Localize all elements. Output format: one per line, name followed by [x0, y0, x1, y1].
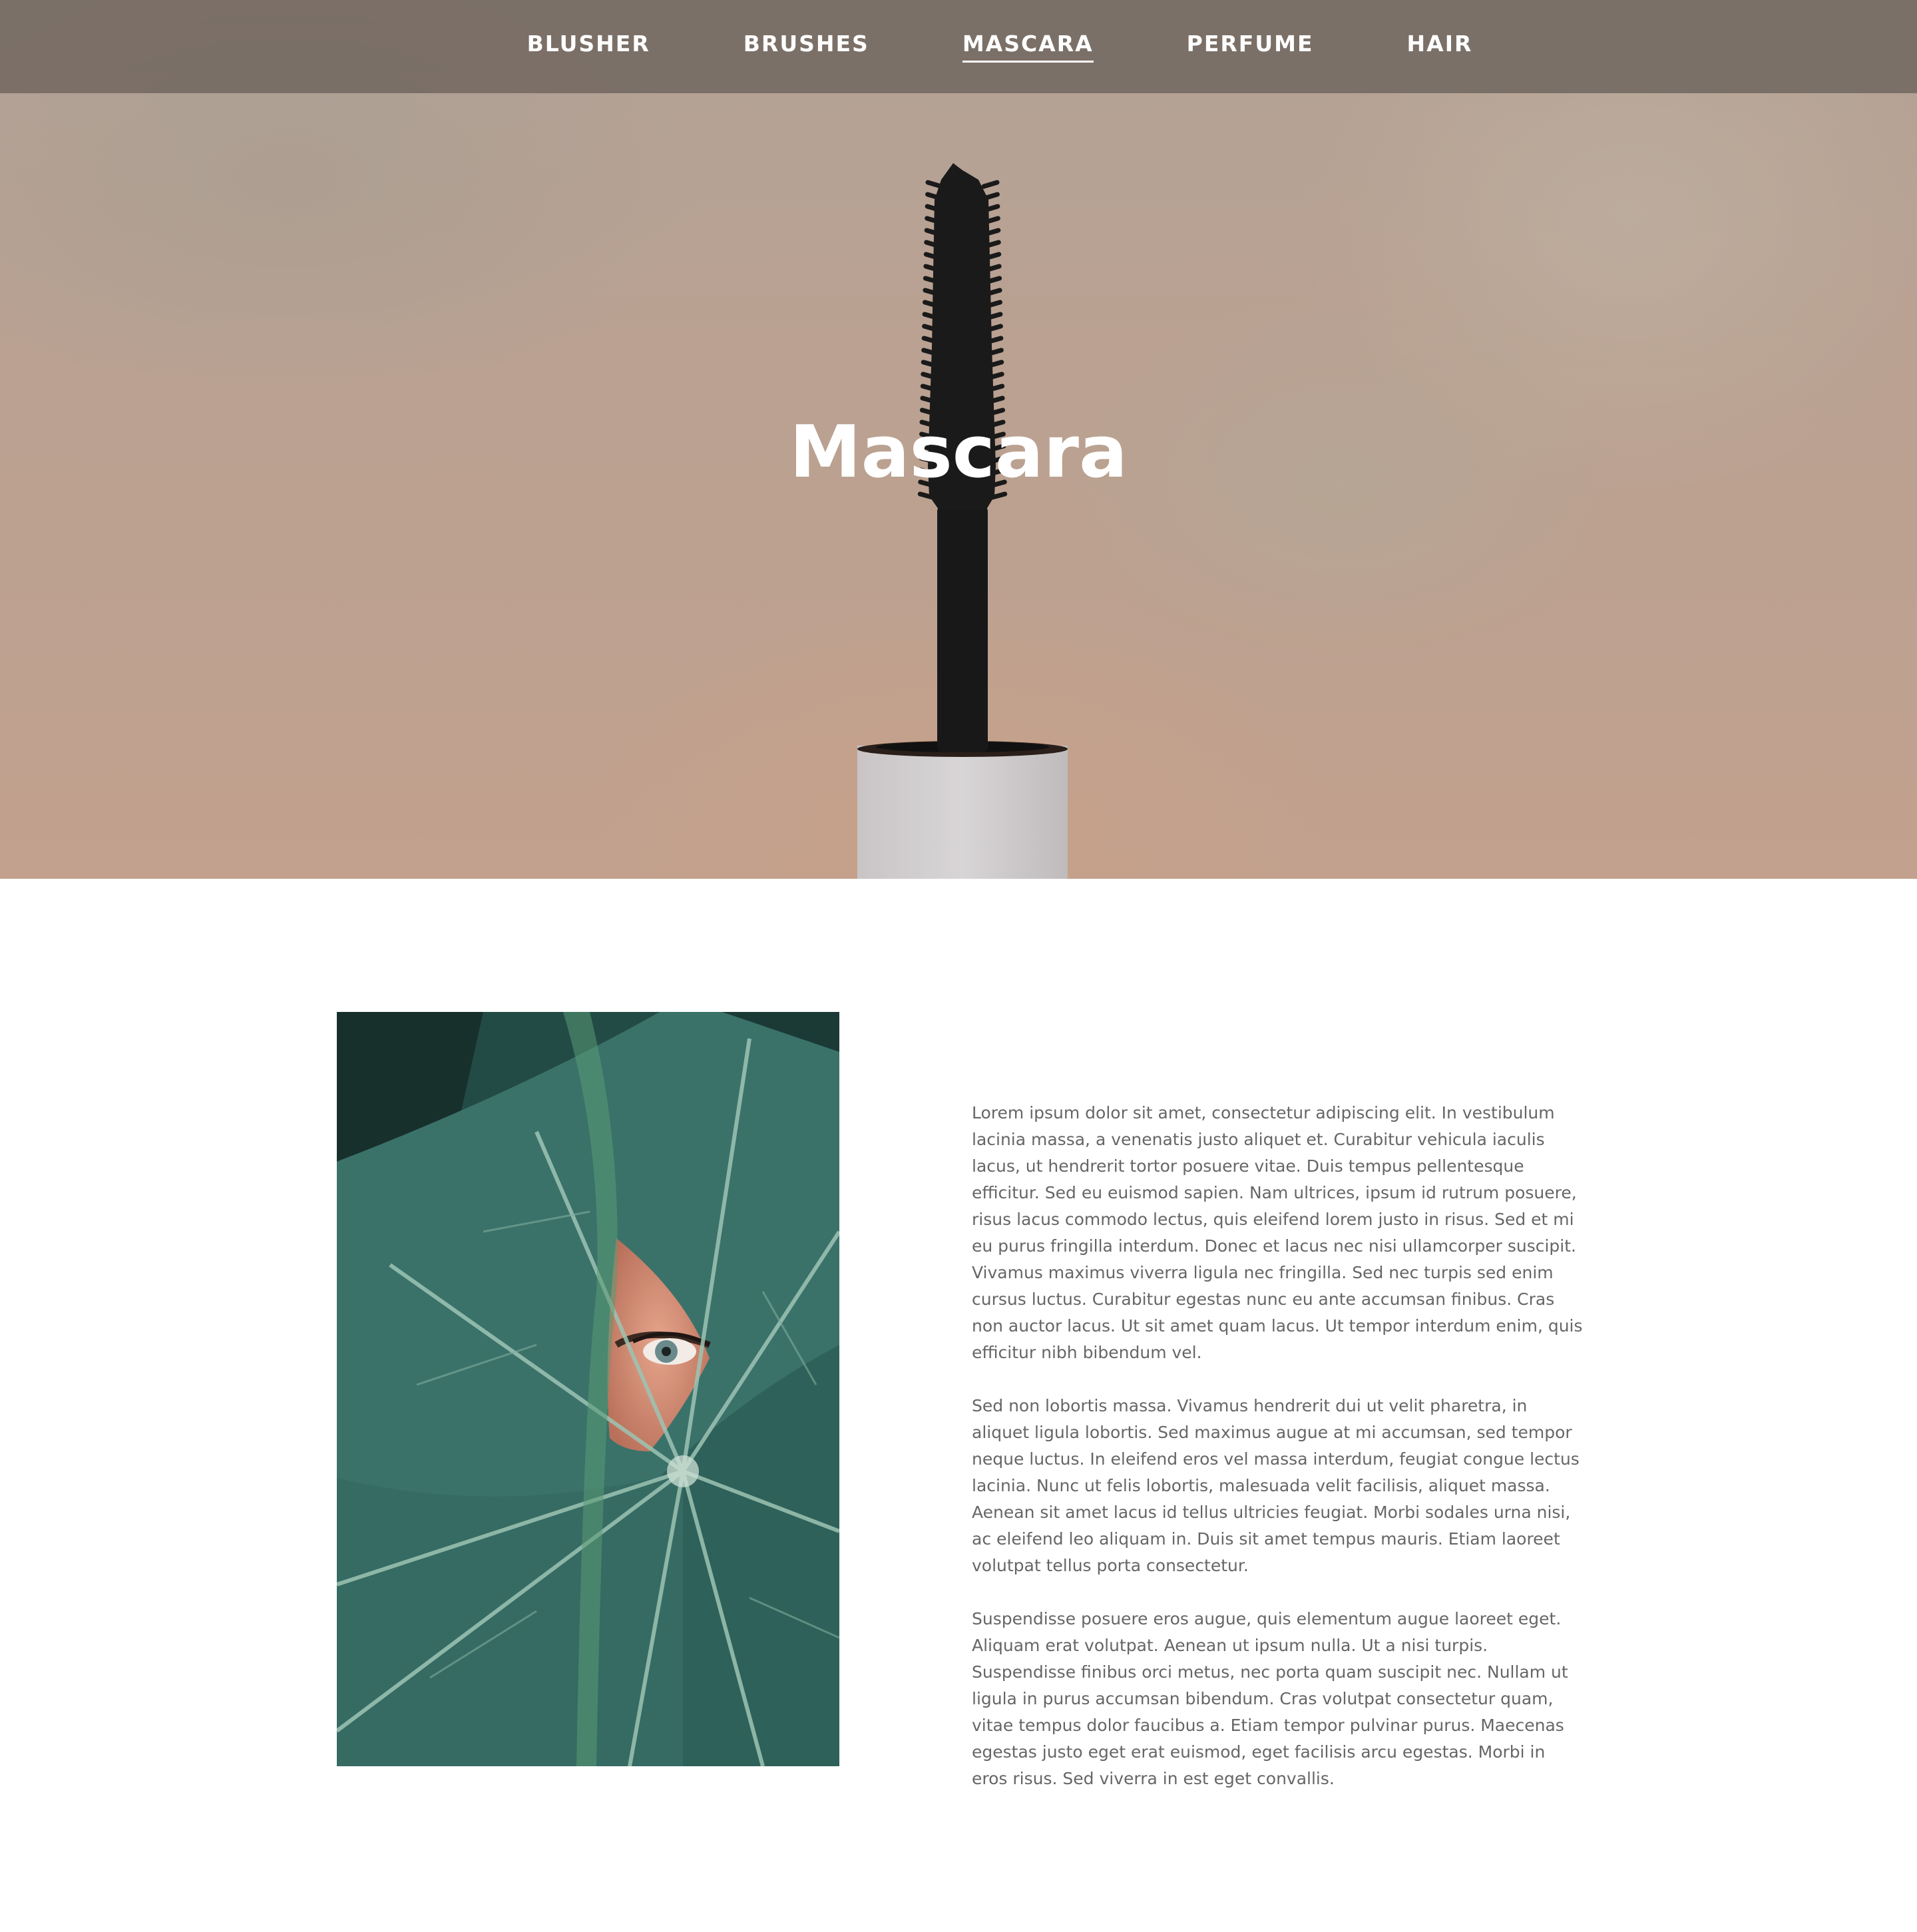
mascara-stem	[937, 506, 988, 752]
nav-menu: BLUSHER BRUSHES MASCARA PERFUME HAIR	[481, 31, 1520, 63]
mascara-tube	[857, 746, 1068, 879]
nav-item-mascara[interactable]: MASCARA	[962, 31, 1094, 63]
article-paragraph: Suspendisse posuere eros augue, quis ele…	[972, 1609, 1568, 1788]
hero-banner: BLUSHER BRUSHES MASCARA PERFUME HAIR Mas…	[0, 0, 1917, 879]
brush-bristle	[925, 180, 944, 189]
eye-behind-leaf-photo	[337, 1012, 839, 1766]
nav-item-hair[interactable]: HAIR	[1407, 31, 1473, 63]
article-paragraph: Lorem ipsum dolor sit amet, consectetur …	[972, 1103, 1583, 1362]
top-navigation: BLUSHER BRUSHES MASCARA PERFUME HAIR	[0, 0, 1917, 93]
article-paragraph: Sed non lobortis massa. Vivamus hendreri…	[972, 1396, 1580, 1575]
nav-item-perfume[interactable]: PERFUME	[1187, 31, 1314, 63]
article-content: Lorem ipsum dolor sit amet, consectetur …	[972, 1100, 1584, 1819]
brush-bristle	[981, 180, 1000, 189]
nav-item-blusher[interactable]: BLUSHER	[527, 31, 650, 63]
nav-item-brushes[interactable]: BRUSHES	[744, 31, 869, 63]
page-title: Mascara	[789, 411, 1128, 494]
